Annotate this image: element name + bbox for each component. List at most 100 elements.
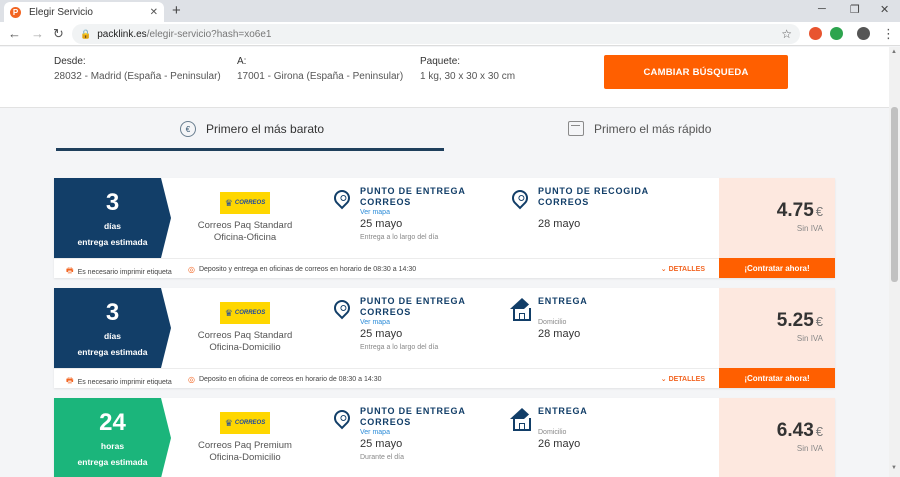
origin-value: 28032 - Madrid (España - Peninsular) [54, 71, 221, 82]
scroll-up-icon[interactable]: ▲ [891, 49, 897, 55]
page-content: Desde: 28032 - Madrid (España - Peninsul… [0, 47, 889, 477]
dropoff-date: 25 mayo [360, 218, 403, 230]
details-toggle[interactable]: ⌄ DETALLES [661, 265, 705, 273]
correos-logo: ♛ CORREOS [220, 412, 270, 434]
carrier-service: Correos Paq Standard [197, 330, 293, 341]
details-label: DETALLES [668, 376, 705, 383]
crown-icon: ♛ [224, 197, 233, 208]
carrier-name: Correos Paq Standard Oficina-Oficina [190, 220, 300, 244]
dropoff-title: PUNTO DE ENTREGA CORREOS [360, 296, 466, 317]
price-box: 5.25 € Sin IVA [719, 288, 835, 368]
tab-fastest[interactable]: Primero el más rápido [568, 121, 711, 136]
deposit-note-text: Deposito en oficina de correos en horari… [198, 376, 382, 383]
details-toggle[interactable]: ⌄ DETALLES [661, 375, 705, 383]
scrollbar-thumb[interactable] [891, 107, 898, 282]
map-pin-icon [330, 186, 354, 210]
location-icon: ◎ [188, 265, 195, 274]
pickup-date: 28 mayo [538, 218, 581, 230]
card-footer: 🖶 Es necesario imprimir etiqueta ◎ Depos… [54, 258, 719, 278]
delivery-time-badge: 3 días entrega estimada [54, 178, 171, 258]
menu-kebab-icon[interactable]: ⋮ [882, 26, 895, 42]
search-summary: Desde: 28032 - Madrid (España - Peninsul… [0, 47, 889, 108]
view-map-link[interactable]: Ver mapa [360, 429, 390, 436]
printer-icon: 🖶 [66, 376, 74, 385]
service-card[interactable]: 3 días entrega estimada ♛ CORREOS Correo… [54, 288, 835, 388]
delivery-tag: Domicilio [538, 319, 567, 326]
currency-symbol: € [815, 424, 823, 439]
delivery-time-number: 3 [105, 189, 120, 216]
carrier-route: Oficina-Oficina [213, 232, 277, 243]
package-value: 1 kg, 30 x 30 x 30 cm [420, 71, 516, 82]
browser-tab-bar: P Elegir Servicio ✕ + ─ ❐ ✕ [0, 0, 900, 22]
reload-icon[interactable]: ↻ [53, 26, 64, 42]
package-label: Paquete: [420, 56, 461, 67]
extension-shield-icon[interactable] [830, 27, 843, 40]
back-icon[interactable]: ← [8, 26, 21, 42]
card-footer: 🖶 Es necesario imprimir etiqueta ◎ Depos… [54, 368, 719, 388]
printer-icon: 🖶 [66, 266, 74, 275]
maximize-icon[interactable]: ❐ [850, 3, 860, 16]
sort-tabs: € Primero el más barato Primero el más r… [0, 109, 889, 153]
price-box: 6.43 € Sin IVA [719, 398, 835, 477]
package-block: Paquete: 1 kg, 30 x 30 x 30 cm [420, 56, 515, 82]
print-label-note: 🖶 Es necesario imprimir etiqueta [66, 375, 172, 389]
tax-note: Sin IVA [796, 334, 823, 343]
currency-symbol: € [815, 204, 823, 219]
close-tab-icon[interactable]: ✕ [150, 7, 158, 18]
destination-label: A: [237, 56, 247, 67]
dropoff-note: Durante el día [360, 454, 404, 461]
delivery-time-unit: días [103, 331, 121, 341]
scroll-down-icon[interactable]: ▼ [891, 465, 897, 471]
packlink-favicon-icon: P [10, 6, 21, 18]
contract-now-button[interactable]: ¡Contratar ahora! [719, 258, 835, 278]
destination-block: A: 17001 - Girona (España - Peninsular) [237, 56, 403, 82]
dropoff-title: PUNTO DE ENTREGA CORREOS [360, 186, 466, 207]
delivery-time-unit: días [103, 221, 121, 231]
view-map-link[interactable]: Ver mapa [360, 319, 390, 326]
deposit-note: ◎ Deposito en oficina de correos en hora… [188, 375, 382, 384]
map-pin-icon [508, 186, 532, 210]
change-search-button[interactable]: CAMBIAR BÚSQUEDA [604, 55, 788, 89]
delivery-time-subtitle: entrega estimada [77, 237, 148, 247]
profile-avatar-icon[interactable] [857, 27, 870, 40]
carrier-name: Correos Paq Standard Oficina-Domicilio [190, 330, 300, 354]
euro-icon: € [180, 121, 196, 137]
crown-icon: ♛ [224, 307, 233, 318]
browser-tab[interactable]: P Elegir Servicio ✕ [4, 2, 164, 22]
dropoff-title: PUNTO DE ENTREGA CORREOS [360, 406, 466, 427]
dropoff-note: Entrega a lo largo del día [360, 234, 439, 241]
details-label: DETALLES [668, 266, 705, 273]
logo-text: CORREOS [234, 200, 266, 206]
dropoff-date: 25 mayo [360, 328, 403, 340]
service-card[interactable]: 24 horas entrega estimada ♛ CORREOS Corr… [54, 398, 835, 477]
price-amount: 4.75 € [777, 200, 823, 222]
delivery-date: 28 mayo [538, 328, 581, 340]
active-tab-underline [56, 148, 444, 151]
bookmark-star-icon[interactable]: ☆ [781, 27, 792, 41]
tax-note: Sin IVA [796, 444, 823, 453]
delivery-time-badge: 3 días entrega estimada [54, 288, 171, 368]
logo-text: CORREOS [234, 420, 266, 426]
new-tab-icon[interactable]: + [172, 2, 181, 20]
delivery-title: ENTREGA [538, 406, 588, 416]
tab-cheapest[interactable]: € Primero el más barato [180, 121, 324, 137]
minimize-icon[interactable]: ─ [818, 3, 826, 15]
extension-icon[interactable] [809, 27, 822, 40]
view-map-link[interactable]: Ver mapa [360, 209, 390, 216]
delivery-time-subtitle: entrega estimada [77, 347, 148, 357]
delivery-date: 26 mayo [538, 438, 581, 450]
origin-block: Desde: 28032 - Madrid (España - Peninsul… [54, 56, 221, 82]
price-value: 4.75 [776, 200, 814, 221]
house-icon [510, 408, 544, 432]
url-input[interactable]: 🔒 packlink.es /elegir-servicio?hash=xo6e… [72, 24, 800, 44]
close-window-icon[interactable]: ✕ [880, 3, 889, 16]
contract-now-button[interactable]: ¡Contratar ahora! [719, 368, 835, 388]
price-amount: 6.43 € [777, 420, 823, 442]
price-amount: 5.25 € [777, 310, 823, 332]
deposit-note-text: Deposito y entrega en oficinas de correo… [198, 266, 417, 273]
crown-icon: ♛ [224, 417, 233, 428]
service-card[interactable]: 3 días entrega estimada ♛ CORREOS Correo… [54, 178, 835, 278]
forward-icon[interactable]: → [31, 26, 44, 42]
delivery-time-number: 3 [105, 299, 120, 326]
page-scrollbar[interactable]: ▲ ▼ [889, 47, 900, 477]
